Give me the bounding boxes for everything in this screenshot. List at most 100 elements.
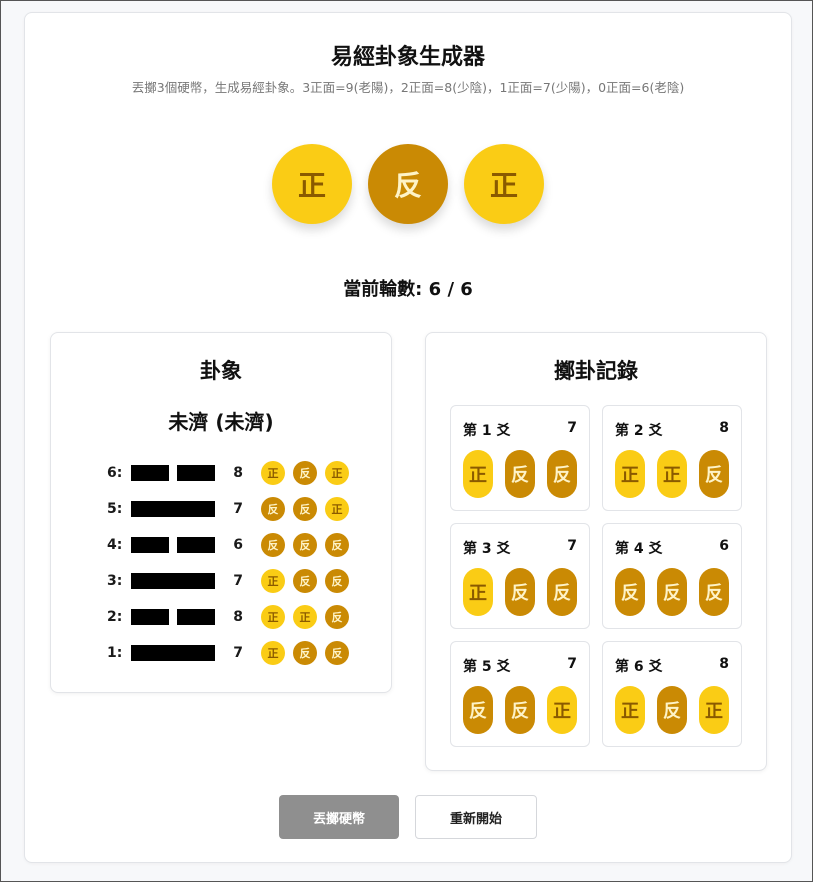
line-number: 1: [107,645,123,661]
hexagram-line: 2: 8 正正反 [107,599,349,635]
record-line-label: 第 2 爻 [615,423,663,439]
current-coin-1: 正 [272,144,352,224]
coin-result: 正 [293,605,317,629]
round-counter: 當前輪數: 6 / 6 [343,279,473,300]
record-line-label: 第 3 爻 [463,541,511,557]
record-coin: 正 [699,686,729,734]
coin-result: 正 [325,461,349,485]
record-coin: 反 [505,686,535,734]
hexagram-line: 3: 7 正反反 [107,563,349,599]
coin-result: 正 [261,605,285,629]
hexagram-lines: 6: 8 正反正 5: 7 反反正 4: 6 反反反 3: 7 正反反 2: 8 正正反 1: 7 正反反 [107,455,349,671]
record-coin: 反 [505,568,535,616]
hexagram-line: 5: 7 反反正 [107,491,349,527]
record-coin: 反 [699,568,729,616]
record-coin: 反 [615,568,645,616]
record-line-label: 第 5 爻 [463,659,511,675]
coin-result: 反 [325,533,349,557]
hexagram-line: 1: 7 正反反 [107,635,349,671]
record-coin: 正 [657,450,687,498]
line-value: 7 [233,573,243,589]
records-panel-title: 擲卦記錄 [554,359,638,383]
coin-result: 反 [325,569,349,593]
line-coins: 正反反 [261,569,349,593]
coin-result: 正 [261,641,285,665]
record-card: 第 4 爻6反反反 [602,523,742,629]
hexagram-panel-title: 卦象 [200,359,242,383]
record-line-value: 8 [719,420,729,436]
page-subtitle: 丟擲3個硬幣，生成易經卦象。3正面=9(老陽)，2正面=8(少陰)，1正面=7(… [131,80,685,95]
record-coin: 反 [657,686,687,734]
line-coins: 反反正 [261,497,349,521]
current-coin-3: 正 [464,144,544,224]
restart-button[interactable]: 重新開始 [415,795,537,839]
record-line-label: 第 6 爻 [615,659,663,675]
record-line-label: 第 4 爻 [615,541,663,557]
record-line-value: 7 [567,538,577,554]
line-number: 6: [107,465,123,481]
record-card: 第 3 爻7正反反 [450,523,590,629]
record-line-label: 第 1 爻 [463,423,511,439]
yang-line [131,501,215,517]
record-card: 第 6 爻 8 正反正 [602,641,742,747]
coin-result: 反 [293,461,317,485]
coin-result: 正 [261,461,285,485]
coin-result: 反 [261,497,285,521]
coin-result: 反 [261,533,285,557]
record-coin: 反 [657,568,687,616]
record-line-value: 6 [719,538,729,554]
line-coins: 正反正 [261,461,349,485]
record-coin: 反 [547,450,577,498]
page-title: 易經卦象生成器 [330,45,485,70]
record-line-value: 8 [719,656,729,672]
line-coins: 正反反 [261,641,349,665]
coin-result: 反 [293,569,317,593]
record-coin: 正 [615,450,645,498]
line-value: 6 [233,537,243,553]
coin-result: 反 [293,497,317,521]
line-value: 7 [233,501,243,517]
record-coin: 正 [463,450,493,498]
current-coins: 正 反 正 [25,144,791,224]
record-coin: 反 [463,686,493,734]
toss-coins-button[interactable]: 丟擲硬幣 [279,795,399,839]
record-line-value: 7 [567,656,577,672]
line-value: 7 [233,645,243,661]
record-card: 第 5 爻7反反正 [450,641,590,747]
coin-result: 反 [325,641,349,665]
records-grid: 第 1 爻7正反反第 2 爻8正正反第 3 爻7正反反第 4 爻6反反反第 5 … [450,405,742,747]
line-number: 5: [107,501,123,517]
hexagram-line: 4: 6 反反反 [107,527,349,563]
coin-result: 正 [325,497,349,521]
hexagram-line: 6: 8 正反正 [107,455,349,491]
yang-line [131,645,215,661]
record-card: 第 1 爻7正反反 [450,405,590,511]
coin-result: 反 [293,641,317,665]
current-coin-2: 反 [368,144,448,224]
line-value: 8 [233,465,243,481]
coin-result: 反 [293,533,317,557]
hexagram-panel: 卦象 未濟 (未濟) 6: 8 正反正 5: 7 反反正 4: 6 反反反 3: 7 正反反 2: 8 正正… [50,332,392,693]
record-coin: 正 [547,686,577,734]
record-coin: 反 [547,568,577,616]
yang-line [131,573,215,589]
line-coins: 反反反 [261,533,349,557]
yin-line [131,465,215,481]
line-number: 2: [107,609,123,625]
line-coins: 正正反 [261,605,349,629]
records-panel: 擲卦記錄 第 1 爻7正反反第 2 爻8正正反第 3 爻7正反反第 4 爻6反反… [425,332,767,771]
main-card: 易經卦象生成器 丟擲3個硬幣，生成易經卦象。3正面=9(老陽)，2正面=8(少陰… [24,12,792,863]
line-value: 8 [233,609,243,625]
yin-line [131,537,215,553]
record-coin: 反 [505,450,535,498]
hexagram-name: 未濟 (未濟) [168,410,274,434]
record-coin: 正 [463,568,493,616]
line-number: 3: [107,573,123,589]
coin-result: 反 [325,605,349,629]
line-number: 4: [107,537,123,553]
record-line-value: 7 [567,420,577,436]
yin-line [131,609,215,625]
coin-result: 正 [261,569,285,593]
record-coin: 正 [615,686,645,734]
record-card: 第 2 爻8正正反 [602,405,742,511]
